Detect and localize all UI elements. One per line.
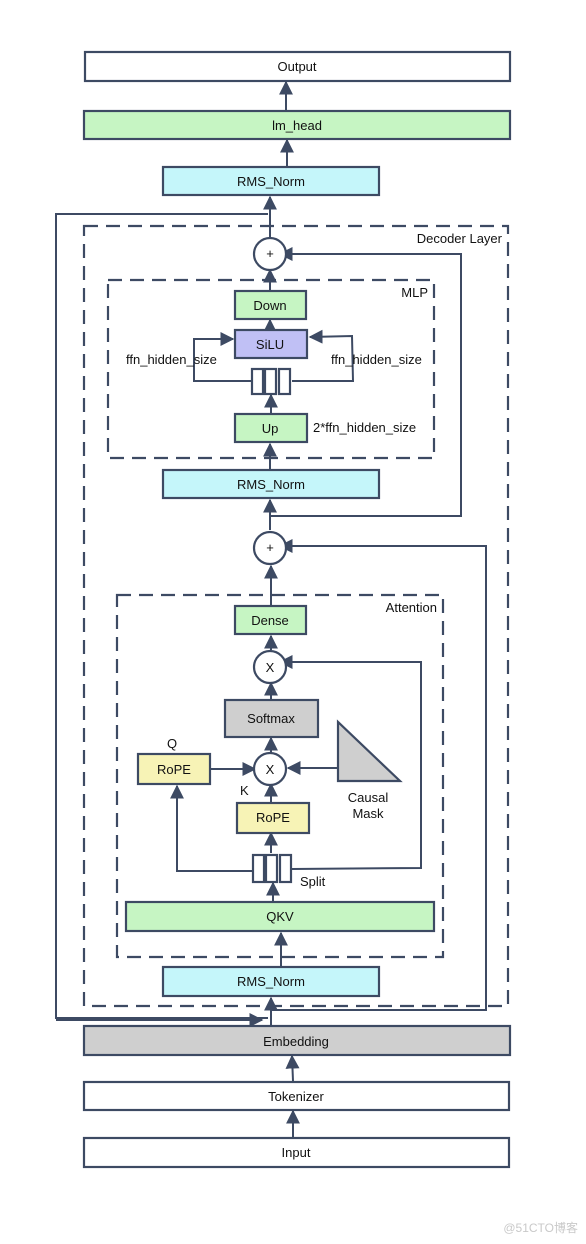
q-label: Q — [167, 736, 177, 751]
attn-split-icon — [251, 853, 293, 884]
split-label: Split — [300, 874, 326, 889]
add-top-symbol: + — [266, 246, 274, 261]
qkv-label: QKV — [266, 909, 294, 924]
ffn-left-label: ffn_hidden_size — [126, 352, 217, 367]
causal-mask-label-1: Causal — [348, 790, 389, 805]
attention-label: Attention — [386, 600, 437, 615]
input-label: Input — [282, 1145, 311, 1160]
watermark: @51CTO博客 — [503, 1220, 578, 1235]
add-mid-symbol: + — [266, 540, 274, 555]
ffn-up-label: 2*ffn_hidden_size — [313, 420, 416, 435]
causal-mask-label-2: Mask — [352, 806, 384, 821]
llm-architecture-diagram: Decoder Layer MLP Attention Output lm_he… — [55, 50, 578, 1235]
mul-bottom-symbol: X — [266, 762, 275, 777]
final-rms-norm-label: RMS_Norm — [237, 174, 305, 189]
ffn-right-label: ffn_hidden_size — [331, 352, 422, 367]
mlp-split-icon — [250, 367, 292, 396]
rope-k-label: RoPE — [256, 810, 290, 825]
up-label: Up — [262, 421, 279, 436]
post-attn-rms-norm-label: RMS_Norm — [237, 477, 305, 492]
tokenizer-label: Tokenizer — [268, 1089, 324, 1104]
k-label: K — [240, 783, 249, 798]
arrow-tokenizer-embedding — [285, 1054, 300, 1082]
dense-label: Dense — [251, 613, 289, 628]
decoder-layer-label: Decoder Layer — [417, 231, 503, 246]
lm-head-label: lm_head — [272, 118, 322, 133]
down-label: Down — [253, 298, 286, 313]
embedding-label: Embedding — [263, 1034, 329, 1049]
softmax-label: Softmax — [247, 711, 295, 726]
mul-top-symbol: X — [266, 660, 275, 675]
silu-label: SiLU — [256, 337, 284, 352]
mlp-label: MLP — [401, 285, 428, 300]
rope-q-label: RoPE — [157, 762, 191, 777]
causal-mask-triangle — [336, 719, 403, 783]
input-rms-norm-label: RMS_Norm — [237, 974, 305, 989]
output-label: Output — [277, 59, 316, 74]
